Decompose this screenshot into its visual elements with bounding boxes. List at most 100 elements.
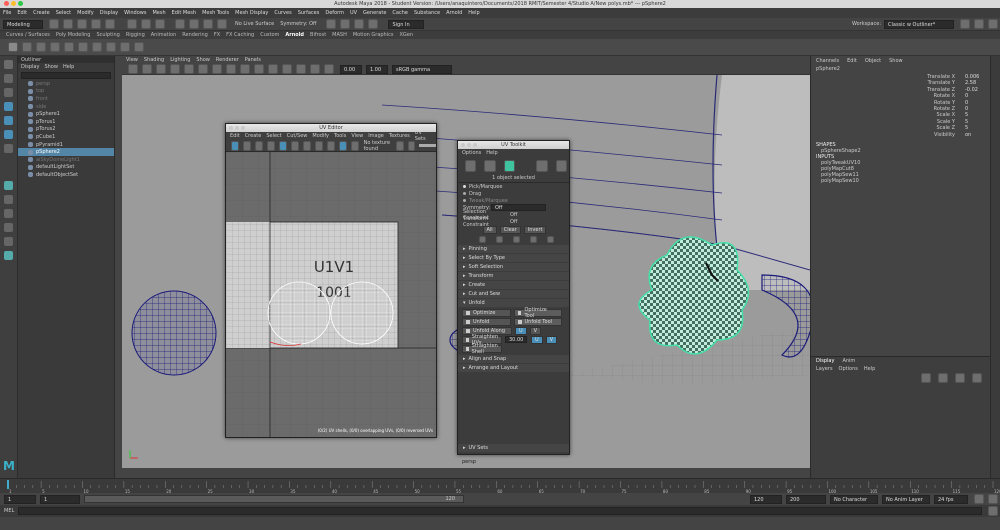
outliner-item[interactable]: persp	[18, 80, 114, 88]
shelf-tab-mash[interactable]: MASH	[332, 32, 347, 38]
outliner-item[interactable]: top	[18, 88, 114, 96]
use-lights-icon[interactable]	[268, 64, 278, 74]
menu-mesh-tools[interactable]: Mesh Tools	[202, 10, 229, 16]
ipr-render-icon[interactable]	[340, 19, 351, 29]
menu-windows[interactable]: Windows	[124, 10, 146, 16]
uv-camera-icon[interactable]	[326, 140, 335, 151]
section-align-and-snap[interactable]: Align and Snap	[458, 355, 569, 363]
new-empty-layer-icon[interactable]	[955, 373, 965, 383]
window-controls[interactable]	[4, 1, 25, 8]
open-scene-icon[interactable]	[63, 19, 73, 29]
persp-outliner-icon[interactable]	[4, 209, 13, 218]
anim-layer-dropdown[interactable]: No Anim Layer	[882, 494, 930, 504]
optimize-tool-button[interactable]: Optimize Tool	[513, 307, 562, 319]
new-scene-icon[interactable]	[49, 19, 59, 29]
outliner-item[interactable]: defaultLightSet	[18, 164, 114, 172]
zoom-icon[interactable]	[18, 1, 23, 6]
outliner-menu-help[interactable]: Help	[63, 64, 74, 70]
photometric-light-icon[interactable]	[78, 42, 88, 52]
viewport-menu-view[interactable]: View	[126, 57, 138, 63]
range-start-field[interactable]: 1	[4, 494, 36, 504]
isolate-select-icon[interactable]	[324, 64, 334, 74]
range-max-field[interactable]: 200	[786, 494, 826, 504]
menu-create[interactable]: Create	[33, 10, 50, 16]
uv-checker-icon[interactable]	[278, 140, 287, 151]
mel-label[interactable]: MEL	[4, 508, 14, 514]
section-arrange-and-layout[interactable]: Arrange and Layout	[458, 364, 569, 372]
outliner-item[interactable]: pPyramid1	[18, 141, 114, 149]
outliner-layout-icon[interactable]	[4, 237, 13, 246]
smooth-shade-icon[interactable]	[226, 64, 236, 74]
select-border-icon[interactable]	[478, 236, 486, 243]
attribute-editor-icon[interactable]	[974, 19, 984, 29]
menu-arnold[interactable]: Arnold	[446, 10, 462, 16]
menu-cache[interactable]: Cache	[392, 10, 408, 16]
shelf-tab-animation[interactable]: Animation	[151, 32, 177, 38]
section-transform[interactable]: Transform	[458, 272, 569, 280]
channel-attr-value[interactable]: 0.006	[965, 74, 979, 80]
arnold-license-icon[interactable]	[120, 42, 130, 52]
uv-menu-edit[interactable]: Edit	[230, 133, 240, 139]
select-shell-border-icon[interactable]	[495, 236, 503, 243]
exposure-field[interactable]: 0.00	[340, 64, 362, 74]
menu-substance[interactable]: Substance	[414, 10, 440, 16]
shelf-tab-fx-caching[interactable]: FX Caching	[226, 32, 254, 38]
character-set-dropdown[interactable]: No Character Set	[830, 494, 878, 511]
persp-graph-icon[interactable]	[4, 223, 13, 232]
uv-exposure-slider[interactable]	[419, 144, 436, 147]
gamma-field[interactable]: 1.00	[366, 64, 388, 74]
menu-curves[interactable]: Curves	[274, 10, 291, 16]
uv-display-icon[interactable]	[350, 140, 359, 151]
menu-uv[interactable]: UV	[350, 10, 357, 16]
channel-attr-value[interactable]: 0	[965, 100, 968, 106]
move-layer-down-icon[interactable]	[938, 373, 948, 383]
uv-menu-textures[interactable]: Textures	[389, 133, 410, 139]
uv-mode-icon[interactable]	[536, 160, 548, 172]
shelf-tab-sculpting[interactable]: Sculpting	[96, 32, 119, 38]
script-editor-icon[interactable]	[988, 506, 998, 516]
uv-menu-tools[interactable]: Tools	[334, 133, 346, 139]
clear-button[interactable]: Clear	[499, 226, 521, 234]
vertex-mode-icon[interactable]	[465, 160, 477, 172]
outliner-item[interactable]: pSphere1	[18, 110, 114, 118]
undo-icon[interactable]	[91, 19, 101, 29]
section-soft-selection[interactable]: Soft Selection	[458, 263, 569, 271]
section-uv-sets[interactable]: UV Sets	[458, 444, 569, 452]
move-layer-up-icon[interactable]	[921, 373, 931, 383]
uv-toolkit-titlebar[interactable]: UV Toolkit	[458, 141, 569, 149]
menu-set-dropdown[interactable]: Modeling	[3, 19, 43, 29]
viewport-menu-panels[interactable]: Panels	[245, 57, 261, 63]
shelf-tab-arnold[interactable]: Arnold	[285, 32, 304, 38]
uv-grid-icon[interactable]	[254, 140, 263, 151]
shelf-tab-rendering[interactable]: Rendering	[182, 32, 208, 38]
lasso-tool-icon[interactable]	[4, 74, 13, 83]
shelf-tab-fx[interactable]: FX	[214, 32, 220, 38]
outliner-item[interactable]: side	[18, 103, 114, 111]
command-input[interactable]	[18, 507, 982, 515]
outliner-menu-show[interactable]: Show	[44, 64, 58, 70]
channel-attr-value[interactable]: 5	[965, 112, 968, 118]
uv-shell-mode-icon[interactable]	[503, 160, 515, 172]
drag-radio[interactable]: Drag	[458, 190, 569, 197]
layer-menu-options[interactable]: Options	[839, 366, 858, 372]
channel-attr-row[interactable]: Visibility on	[811, 132, 990, 138]
section-cut-and-sew[interactable]: Cut and Sew	[458, 290, 569, 298]
outliner-search-input[interactable]	[21, 72, 111, 79]
uv-texture-dropdown[interactable]: No texture found	[364, 140, 394, 152]
select-all-button[interactable]: All	[482, 226, 497, 234]
layer-menu-help[interactable]: Help	[864, 366, 875, 372]
grid-icon[interactable]	[170, 64, 180, 74]
tweak-marquee-radio[interactable]: Tweak/Marquee	[458, 197, 569, 204]
menu-deform[interactable]: Deform	[325, 10, 344, 16]
optimize-button[interactable]: Optimize	[462, 308, 511, 317]
bookmarks-icon[interactable]	[142, 64, 152, 74]
outliner-item[interactable]: pTorus1	[18, 118, 114, 126]
uv-shaded-icon[interactable]	[231, 140, 239, 151]
channel-menu-edit[interactable]: Edit	[847, 58, 857, 64]
minimize-icon[interactable]	[467, 142, 471, 147]
menu-display[interactable]: Display	[100, 10, 118, 16]
zoom-icon[interactable]	[473, 142, 477, 147]
layer-tab-anim[interactable]: Anim	[842, 358, 855, 364]
input-node[interactable]: polyMapSew10	[811, 178, 990, 184]
four-view-icon[interactable]	[4, 195, 13, 204]
